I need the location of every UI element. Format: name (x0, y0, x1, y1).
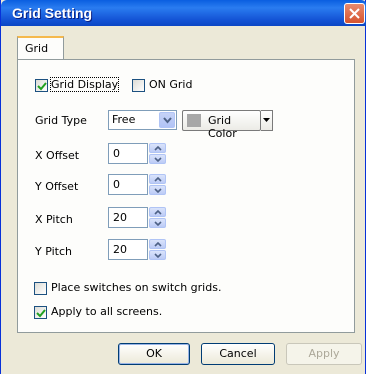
grid-type-select[interactable]: Free (108, 110, 177, 130)
x-offset-input[interactable]: 0 (108, 143, 148, 164)
chevron-up-icon (154, 242, 162, 247)
y-offset-up-button[interactable] (149, 174, 166, 184)
y-offset-input[interactable]: 0 (108, 174, 148, 195)
y-pitch-value: 20 (113, 243, 127, 256)
y-offset-spinner[interactable]: 0 (108, 174, 167, 195)
x-offset-up-button[interactable] (149, 143, 166, 153)
grid-color-button[interactable]: Grid Color (182, 110, 261, 140)
checkmark-icon (36, 309, 46, 318)
grid-display-checkbox[interactable] (35, 79, 48, 92)
x-offset-value: 0 (113, 147, 120, 160)
apply-button[interactable]: Apply (286, 343, 362, 365)
place-switches-checkbox[interactable] (34, 282, 47, 295)
x-offset-down-button[interactable] (149, 154, 166, 164)
x-offset-spinner[interactable]: 0 (108, 143, 167, 164)
chevron-down-icon (154, 221, 162, 226)
on-grid-label[interactable]: ON Grid (149, 78, 192, 91)
close-button[interactable] (344, 3, 365, 24)
grid-setting-dialog: Grid Setting Grid Grid Display ON Grid G… (0, 0, 366, 374)
x-pitch-spinner[interactable]: 20 (108, 207, 167, 228)
title-bar[interactable]: Grid Setting (1, 0, 366, 26)
y-offset-value: 0 (113, 178, 120, 191)
tab-grid-label: Grid (25, 42, 49, 55)
x-pitch-up-button[interactable] (149, 207, 166, 217)
on-grid-checkbox[interactable] (132, 79, 145, 92)
window-title: Grid Setting (12, 5, 93, 21)
chevron-down-icon (154, 253, 162, 258)
y-pitch-spinner[interactable]: 20 (108, 239, 167, 260)
chevron-up-icon (154, 146, 162, 151)
chevron-down-icon (154, 188, 162, 193)
caret-down-icon (263, 118, 270, 122)
y-pitch-input[interactable]: 20 (108, 239, 148, 260)
place-switches-label[interactable]: Place switches on switch grids. (51, 281, 221, 294)
apply-all-screens-checkbox[interactable] (34, 306, 47, 319)
grid-type-label: Grid Type (35, 114, 87, 127)
y-offset-label: Y Offset (35, 180, 79, 193)
y-offset-down-button[interactable] (149, 185, 166, 195)
y-pitch-label: Y Pitch (35, 245, 72, 258)
close-icon (349, 8, 360, 19)
x-pitch-label: X Pitch (35, 213, 73, 226)
y-pitch-up-button[interactable] (149, 239, 166, 249)
grid-color-label: Grid Color (208, 114, 237, 140)
checkmark-icon (37, 82, 47, 91)
chevron-up-icon (154, 177, 162, 182)
apply-all-screens-label[interactable]: Apply to all screens. (51, 305, 162, 318)
grid-color-dropdown-button[interactable] (261, 110, 273, 131)
cancel-button[interactable]: Cancel (201, 343, 275, 365)
grid-type-dropdown-button[interactable] (159, 112, 175, 128)
x-pitch-value: 20 (113, 211, 127, 224)
x-pitch-input[interactable]: 20 (108, 207, 148, 228)
y-pitch-down-button[interactable] (149, 250, 166, 260)
chevron-up-icon (154, 210, 162, 215)
x-offset-label: X Offset (35, 149, 80, 162)
grid-display-label[interactable]: Grid Display (49, 77, 120, 92)
chevron-down-icon (163, 117, 172, 124)
chevron-down-icon (154, 157, 162, 162)
x-pitch-down-button[interactable] (149, 218, 166, 228)
grid-color-swatch (187, 114, 201, 127)
tab-grid[interactable]: Grid (17, 36, 64, 60)
ok-button[interactable]: OK (118, 343, 190, 365)
grid-type-value: Free (112, 113, 136, 126)
